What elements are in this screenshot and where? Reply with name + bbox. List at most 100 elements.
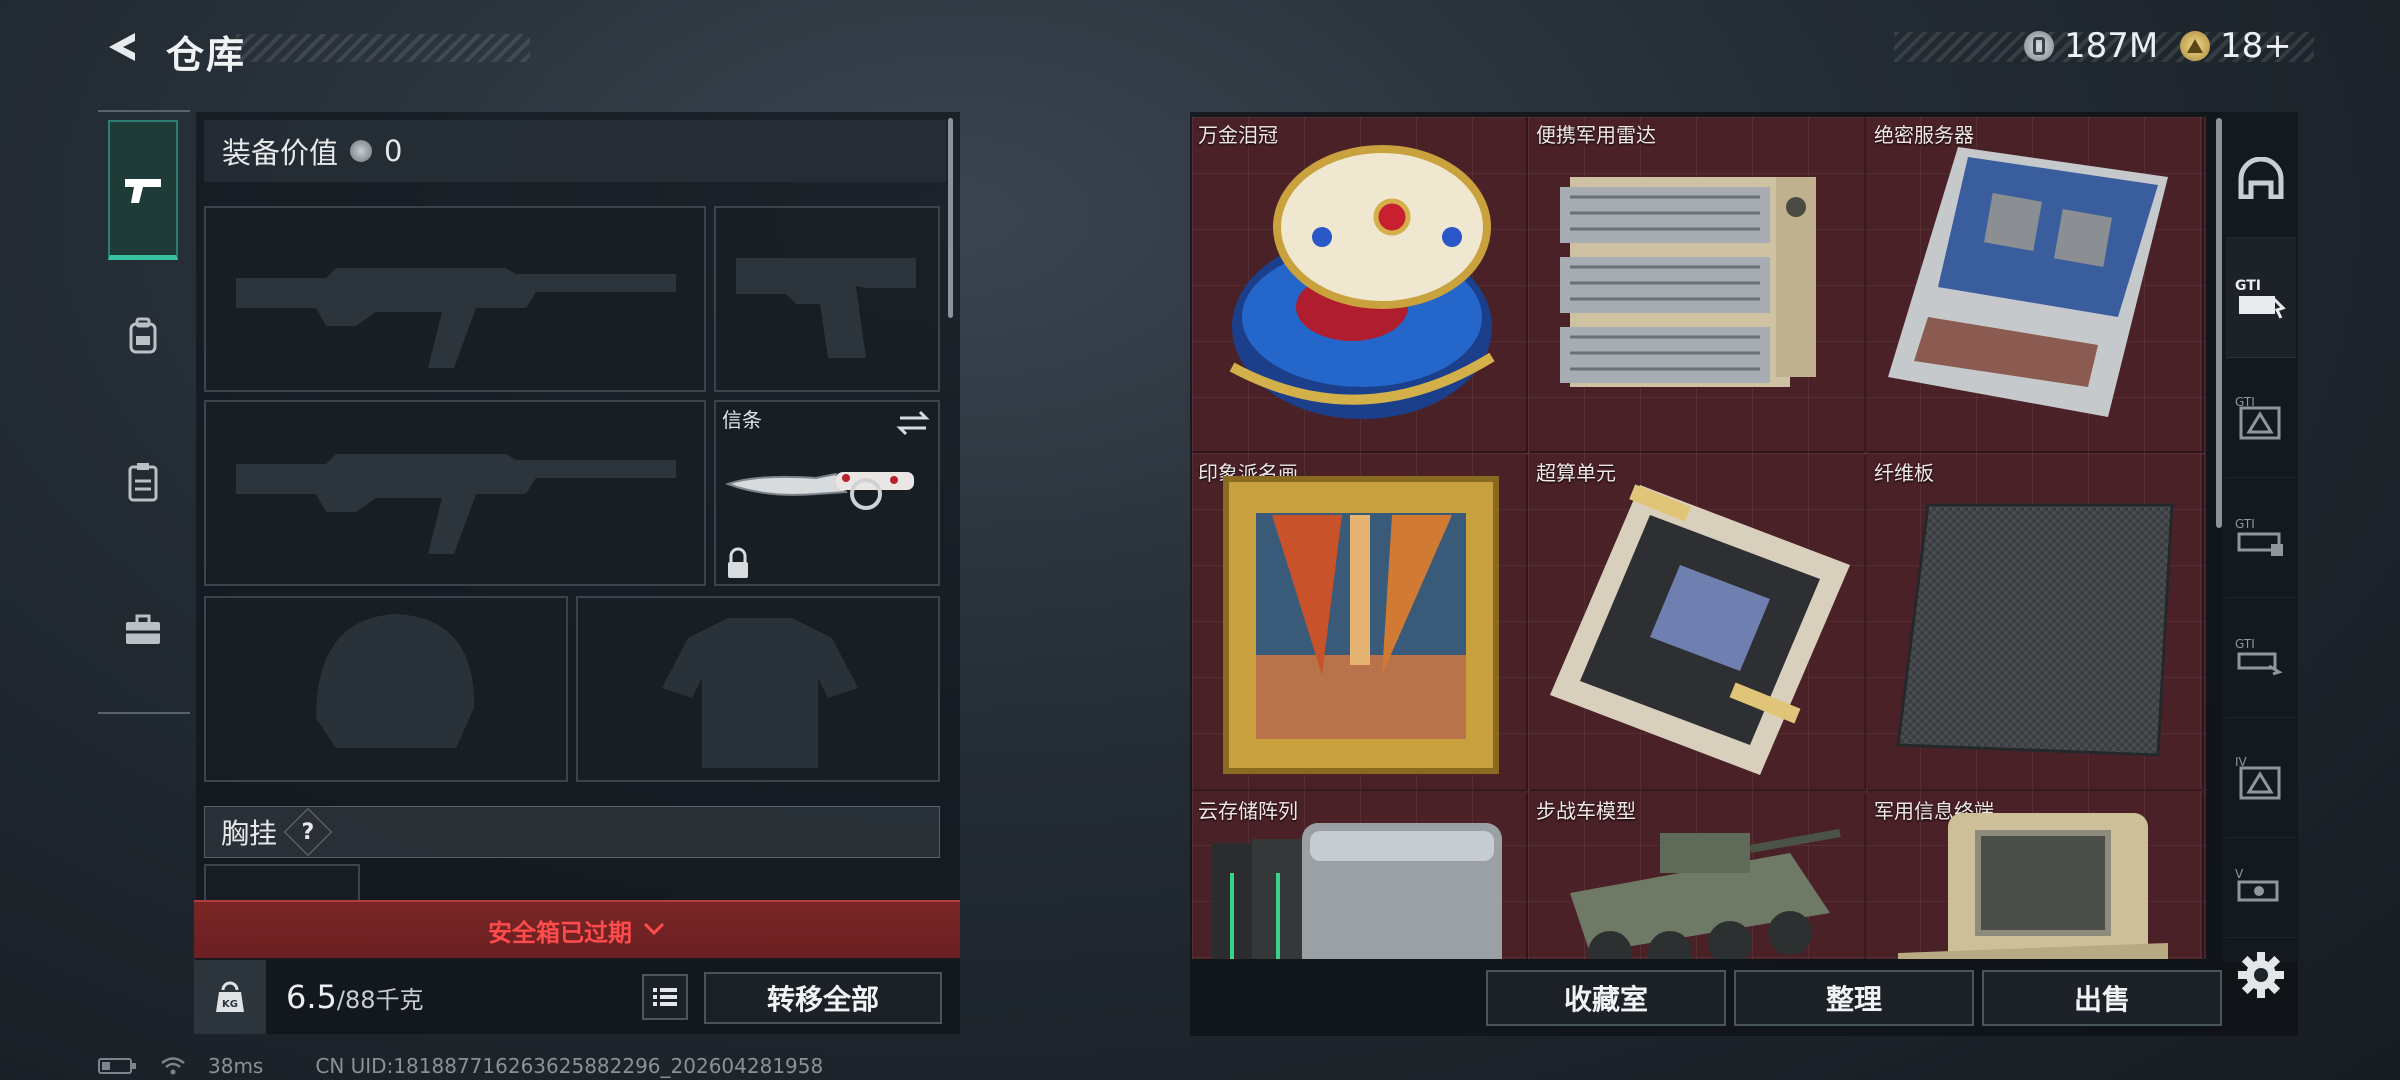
stash-tab-v[interactable]: V [2226, 838, 2296, 938]
svg-text:GTI: GTI [2235, 278, 2261, 294]
knife-icon [725, 472, 914, 510]
ping-value: 38ms [208, 1054, 264, 1078]
carry-weight: 6.5/88千克 [286, 978, 424, 1016]
svg-text:GTI: GTI [2235, 517, 2255, 531]
stash-item[interactable]: 军用信息终端 [1868, 793, 2204, 959]
rifle-silhouette-icon [236, 268, 676, 368]
briefcase-icon [126, 614, 160, 644]
list-icon [653, 988, 677, 1006]
pistol-silhouette-icon [736, 258, 916, 358]
equipment-value-label: 装备价值 [222, 136, 339, 170]
helmet-silhouette-icon [316, 614, 475, 748]
stash-item[interactable]: 云存储阵列 [1192, 793, 1528, 959]
melee-slot-art [725, 410, 930, 578]
stash-tab-gti-3[interactable]: GTI [2226, 478, 2296, 598]
svg-text:V: V [2235, 867, 2244, 881]
sell-button[interactable]: 出售 [1982, 970, 2222, 1026]
help-icon[interactable]: ? [283, 807, 333, 857]
backpack-icon [129, 317, 157, 354]
gear-icon [2238, 952, 2284, 998]
silver-coin-icon [350, 140, 373, 162]
equipment-value-bar: 装备价值 0 [204, 120, 946, 182]
rifle-silhouette-icon [236, 454, 676, 554]
transfer-all-button[interactable]: 转移全部 [704, 972, 942, 1024]
back-arrow-icon [109, 33, 135, 61]
weight-capacity: /88千克 [336, 986, 424, 1014]
stash-item[interactable]: 万金泪冠 [1192, 117, 1528, 453]
equipment-value: 0 [384, 134, 403, 168]
swap-icon[interactable] [896, 410, 930, 436]
stash-item[interactable]: 步战车模型 [1530, 793, 1866, 959]
stash-tab-iv[interactable]: IV [2226, 718, 2296, 838]
stash-item[interactable]: 印象派名画 [1192, 455, 1528, 791]
stash-item[interactable]: 纤维板 [1868, 455, 2204, 791]
stash-tab-gti-4[interactable]: GTI [2226, 598, 2296, 718]
stash-tab-gti[interactable]: GTI [2226, 238, 2296, 358]
chevron-down-icon [643, 922, 665, 936]
stash-item[interactable]: 绝密服务器 [1868, 117, 2204, 453]
svg-text:GTI: GTI [2235, 637, 2255, 651]
pistol-icon [125, 178, 161, 203]
help-mark: ? [301, 819, 315, 845]
stash-item[interactable]: 超算单元 [1530, 455, 1866, 791]
fiberboard-icon [1896, 503, 2174, 757]
clipboard-icon [128, 463, 158, 502]
kettlebell-icon: KG [216, 981, 244, 1012]
military-terminal-icon [1898, 813, 2168, 959]
helmet-slot[interactable] [204, 596, 568, 782]
chest-rig-slot[interactable] [204, 864, 360, 904]
weight-icon: KG [194, 960, 266, 1034]
lock-icon [728, 547, 748, 578]
stash-item[interactable]: 便携军用雷达 [1530, 117, 1866, 453]
nav-backpack-tab[interactable] [108, 266, 178, 406]
v-tab-icon: V [2235, 867, 2279, 901]
wifi-icon [161, 1057, 185, 1075]
radar-icon [1560, 177, 1816, 387]
ifv-model-icon [1570, 829, 1841, 959]
server-icon [1888, 147, 2168, 417]
ticket-display: 18+ [2180, 26, 2292, 66]
jeweled-egg-icon [1229, 145, 1495, 419]
iv-tab-icon: IV [2235, 755, 2281, 799]
title-decoration [236, 34, 530, 62]
supercomputer-unit-icon [1550, 484, 1850, 775]
settings-button[interactable] [2236, 950, 2286, 1000]
armor-slot[interactable] [576, 596, 940, 782]
currency-display: 187M [2024, 26, 2158, 66]
nav-case-tab[interactable] [108, 560, 178, 700]
status-bar: 38ms CN UID:18188771626362588229​6_20260… [98, 1054, 823, 1078]
helmet-tab-icon [2238, 156, 2284, 199]
ticket-amount: 18+ [2220, 26, 2292, 66]
secondary-weapon-slot[interactable] [204, 400, 706, 586]
list-view-button[interactable] [642, 974, 688, 1020]
gti-tab-icon: GTI [2235, 278, 2286, 319]
back-button[interactable] [98, 24, 144, 70]
equipment-scrollbar[interactable] [948, 118, 953, 318]
gti-tab-2-icon: GTI [2235, 395, 2281, 439]
painting-icon [1223, 476, 1499, 774]
chest-rig-row: 胸挂 ? [204, 806, 940, 858]
page-title: 仓库 [166, 33, 247, 77]
sidearm-slot[interactable] [714, 206, 940, 392]
vest-silhouette-icon [662, 618, 858, 768]
organize-button[interactable]: 整理 [1734, 970, 1974, 1026]
nav-weapons-tab[interactable] [108, 120, 178, 260]
storage-array-icon [1212, 823, 1502, 959]
battery-icon [98, 1058, 136, 1074]
svg-text:KG: KG [222, 999, 238, 1010]
stash-tab-helmet[interactable] [2226, 118, 2296, 238]
safebox-status: 安全箱已过期 [488, 918, 632, 947]
gti-tab-3-icon: GTI [2235, 517, 2283, 556]
primary-weapon-slot[interactable] [204, 206, 706, 392]
collection-room-button[interactable]: 收藏室 [1486, 970, 1726, 1026]
stash-tab-gti-2[interactable]: GTI [2226, 358, 2296, 478]
currency-amount: 187M [2064, 26, 2159, 66]
weight-value: 6.5 [286, 978, 337, 1016]
user-uid: CN UID:18188771626362588229​6_2026042819… [315, 1054, 824, 1078]
silver-coin-icon [2024, 31, 2054, 61]
safebox-expired-banner[interactable]: 安全箱已过期 [194, 900, 960, 958]
melee-slot[interactable]: 信条 [714, 400, 940, 586]
chest-rig-label: 胸挂 [221, 817, 278, 850]
nav-armor-tab[interactable] [108, 412, 178, 552]
gold-coin-icon [2180, 31, 2210, 61]
